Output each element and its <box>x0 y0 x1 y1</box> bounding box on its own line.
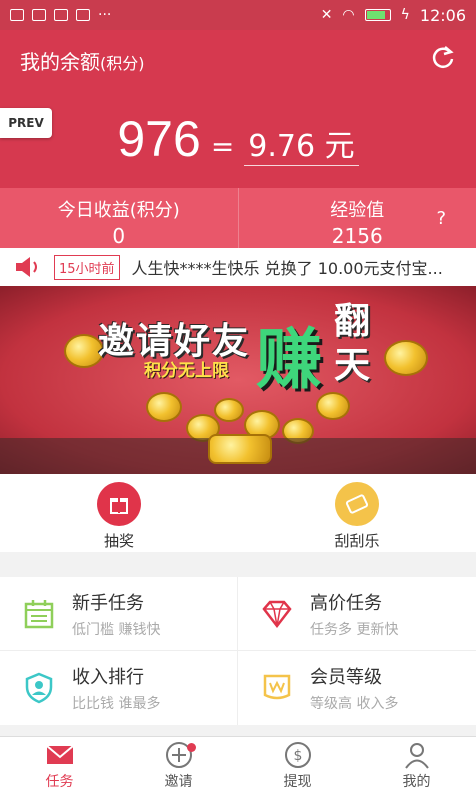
balance-money: 9.76 元 <box>244 121 359 166</box>
status-bar: ··· ✕ ◠ ϟ 12:06 <box>0 0 476 30</box>
banner-subtitle: 积分无上限 <box>144 361 229 381</box>
task-title: 会员等级 <box>310 667 382 688</box>
nav-label: 提现 <box>283 773 312 790</box>
coin-image <box>384 340 428 376</box>
task-title: 新手任务 <box>72 592 144 614</box>
speaker-icon <box>16 257 37 277</box>
task-title: 高价任务 <box>310 592 382 614</box>
task-grid: 新手任务 低门槛 赚钱快 高价任务 任务多 更新快 收入排行 比比钱 谁最多 会… <box>0 577 476 725</box>
quick-label: 刮刮乐 <box>334 532 380 550</box>
lottery-button[interactable]: 抽奖 <box>0 474 238 552</box>
diamond-icon <box>262 600 292 628</box>
stat-label: 今日收益(积分) <box>57 200 180 221</box>
more-icon: ··· <box>98 7 112 23</box>
nav-withdraw[interactable]: $ 提现 <box>238 737 357 794</box>
announcement-ticker[interactable]: 15小时前 人生快****生快乐 兑换了 10.00元支付宝... <box>0 248 476 286</box>
nav-tasks[interactable]: 任务 <box>0 737 119 794</box>
stat-experience: 经验值 2156 ? <box>237 188 476 248</box>
task-high-value[interactable]: 高价任务 任务多 更新快 <box>238 577 476 651</box>
status-time: 12:06 <box>419 5 466 25</box>
page-title-text: 我的余额 <box>20 50 100 74</box>
notification-icon <box>10 9 24 21</box>
nav-label: 任务 <box>45 773 74 790</box>
user-icon <box>404 742 429 769</box>
banner-big-char: 赚 <box>256 321 322 398</box>
notification-dot <box>187 743 196 752</box>
bottom-nav: 任务 邀请 $ 提现 我的 <box>0 736 476 794</box>
lock-icon <box>76 9 90 21</box>
task-ranking[interactable]: 收入排行 比比钱 谁最多 <box>0 651 238 725</box>
balance-row: 976 = 9.76 元 <box>0 110 476 168</box>
page-title-suffix: (积分) <box>100 54 145 73</box>
balance-header: 我的余额(积分) PREV 976 = 9.76 元 <box>0 30 476 188</box>
quick-actions: 抽奖 刮刮乐 <box>0 474 476 552</box>
nav-label: 我的 <box>402 773 431 790</box>
task-subtitle: 等级高 收入多 <box>310 696 399 712</box>
stat-today-earnings: 今日收益(积分) 0 <box>0 188 238 248</box>
stats-bar: 今日收益(积分) 0 经验值 2156 ? <box>0 188 476 248</box>
task-title: 收入排行 <box>72 667 144 688</box>
help-icon[interactable]: ? <box>436 208 446 229</box>
banner-side-text: 翻天 <box>333 301 370 386</box>
calendar-icon <box>24 599 54 628</box>
ticker-text: 人生快****生快乐 兑换了 10.00元支付宝... <box>131 259 443 278</box>
page-title: 我的余额(积分) <box>20 46 145 75</box>
task-subtitle: 任务多 更新快 <box>310 621 399 638</box>
stat-value: 0 <box>112 224 126 248</box>
coin-image <box>214 398 244 422</box>
balance-points: 976 <box>117 111 201 167</box>
app-icon <box>32 9 46 21</box>
shield-icon <box>25 672 53 704</box>
wifi-icon: ◠ <box>342 7 355 23</box>
charging-icon: ϟ <box>400 7 410 23</box>
task-newbie[interactable]: 新手任务 低门槛 赚钱快 <box>0 577 238 651</box>
task-membership[interactable]: 会员等级 等级高 收入多 <box>238 651 476 725</box>
ticket-icon <box>335 482 379 526</box>
coin-image <box>208 434 272 464</box>
task-subtitle: 低门槛 赚钱快 <box>72 621 161 638</box>
scratch-card-button[interactable]: 刮刮乐 <box>238 474 476 552</box>
nav-label: 邀请 <box>164 773 193 790</box>
time-badge: 15小时前 <box>54 254 120 280</box>
quick-label: 抽奖 <box>103 532 134 550</box>
nav-invite[interactable]: 邀请 <box>119 737 238 794</box>
nav-profile[interactable]: 我的 <box>357 737 476 794</box>
mute-icon: ✕ <box>320 7 333 23</box>
task-subtitle: 比比钱 谁最多 <box>72 696 161 712</box>
refresh-icon[interactable] <box>430 44 456 70</box>
dollar-icon: $ <box>284 741 311 768</box>
gift-icon <box>97 482 141 526</box>
mail-notification-icon <box>54 9 68 21</box>
mail-icon <box>45 744 74 764</box>
level-icon <box>263 674 291 700</box>
invite-banner[interactable]: 邀请好友 积分无上限 赚 翻天 <box>0 286 476 474</box>
coin-image <box>146 392 182 422</box>
equals-sign: = <box>210 130 235 163</box>
svg-text:$: $ <box>293 748 302 764</box>
battery-icon <box>364 9 391 21</box>
